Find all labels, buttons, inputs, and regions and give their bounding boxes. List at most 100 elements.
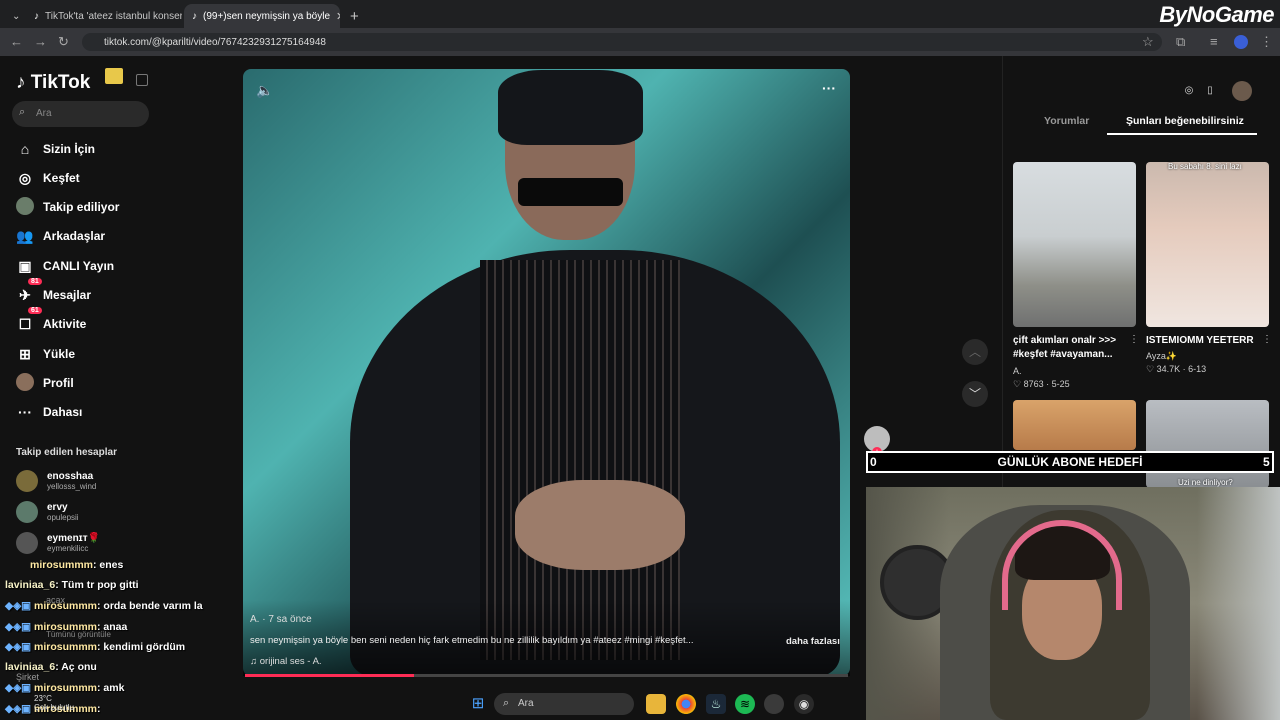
chrome-icon[interactable]	[676, 694, 696, 714]
nav-yukle[interactable]: ⊞ Yükle	[16, 343, 75, 365]
tab-list-button[interactable]: ⌄	[4, 4, 22, 28]
new-tab-button[interactable]: +	[342, 4, 364, 28]
card-title[interactable]: çift akımları onalr >>> #keşfet #avayama…	[1013, 334, 1136, 362]
tab-label: (99+)sen neymişsin ya böyle	[203, 10, 331, 22]
following-icon	[16, 196, 34, 218]
chat-badges: ◆◈▣	[5, 703, 34, 715]
card-date: 6-13	[1188, 364, 1207, 374]
chat-user: mirosummm	[34, 641, 98, 653]
video-card[interactable]	[1146, 162, 1269, 327]
profile-avatar[interactable]	[1234, 35, 1248, 49]
user-avatar[interactable]	[1232, 81, 1252, 101]
following-account[interactable]: eymenɪᴛ🌹 eymenkilicc	[16, 532, 100, 554]
search-input[interactable]: Ara	[12, 101, 149, 127]
extensions-icon[interactable]: ⧉	[1176, 34, 1185, 50]
video-card[interactable]	[1013, 162, 1136, 327]
file-explorer-icon[interactable]	[646, 694, 666, 714]
url-text: tiktok.com/@kparilti/video/7674232931275…	[104, 36, 326, 48]
bynogame-logo: ByNoGame	[1159, 2, 1274, 27]
chat-message: ◆◈▣ mirosummm: kendimi gördüm	[5, 641, 185, 653]
spotify-icon[interactable]: ≋	[735, 694, 755, 714]
card-likes: 34.7K	[1156, 364, 1181, 374]
chat-user: laviniaa_6	[5, 579, 56, 591]
video-author[interactable]: A. · 7 sa önce	[250, 614, 312, 625]
card-author[interactable]: Ayza✨	[1146, 351, 1177, 362]
account-username: yellosss_wind	[47, 481, 97, 491]
next-video-button[interactable]: ﹀	[962, 381, 988, 407]
steam-icon[interactable]: ♨	[706, 694, 726, 714]
weather-widget[interactable]: 23°C Çok bulutlu	[34, 694, 74, 712]
card-stats: ♡ 8763 · 5-25	[1013, 379, 1070, 389]
previous-video-button[interactable]: ︿	[962, 339, 988, 365]
nav-label: Profil	[43, 376, 74, 390]
nav-canli-yayin[interactable]: ▣ CANLI Yayın	[16, 255, 114, 277]
following-account[interactable]: enosshaa yellosss_wind	[16, 470, 96, 492]
goal-label: GÜNLÜK ABONE HEDEFİ	[997, 455, 1143, 469]
nav-sizin-icin[interactable]: ⌂ Sizin İçin	[16, 138, 95, 160]
media-icon[interactable]: ≡	[1210, 34, 1218, 49]
nav-arkadaslar[interactable]: 👥 Arkadaşlar	[16, 225, 105, 247]
nav-takip-ediliyor[interactable]: Takip ediliyor	[16, 196, 119, 218]
card-more-icon[interactable]: ⋮	[1129, 334, 1139, 345]
tiktok-icon: ♪	[192, 10, 197, 22]
tiktok-icon: ♪	[34, 10, 39, 22]
video-card[interactable]	[1013, 400, 1136, 450]
close-icon[interactable]: ✕	[330, 10, 340, 23]
avatar	[16, 532, 38, 554]
phone-icon[interactable]: ▯	[1201, 82, 1219, 100]
chat-badges: ◆◈▣	[5, 641, 34, 653]
taskbar-search[interactable]: Ara	[494, 693, 634, 715]
card-title[interactable]: ISTEMIOMM YEETERR	[1146, 334, 1269, 348]
compass-icon: ◎	[18, 169, 32, 186]
nav-profil[interactable]: Profil	[16, 372, 74, 394]
chat-user: mirosummm	[34, 600, 98, 612]
company-link[interactable]: Şirket	[16, 672, 39, 682]
nav-label: Arkadaşlar	[43, 229, 106, 243]
profile-icon	[16, 372, 34, 394]
card-author[interactable]: A.	[1013, 366, 1022, 376]
following-account[interactable]: ervy opulepsii	[16, 501, 79, 523]
url-field[interactable]: tiktok.com/@kparilti/video/7674232931275…	[82, 33, 1162, 51]
account-name: eymenɪᴛ🌹	[47, 532, 101, 544]
obs-icon[interactable]: ◉	[794, 694, 814, 714]
chat-message: mirosummm: enes	[30, 559, 123, 571]
tab-bar: ⌄ ♪ TikTok'ta 'ateez istanbul konser ✕ ♪…	[0, 0, 1280, 28]
windows-start-icon[interactable]: ⊞	[468, 694, 488, 714]
volume-icon[interactable]: 🔈	[256, 82, 273, 99]
account-name: enosshaa	[47, 470, 94, 482]
video-card[interactable]	[1146, 400, 1269, 488]
sticker-icon	[105, 68, 123, 84]
chrome-active-icon[interactable]	[764, 694, 784, 714]
tab-comments[interactable]: Yorumlar	[1044, 115, 1089, 127]
nav-dahasi[interactable]: ··· Dahası	[16, 401, 82, 423]
star-icon[interactable]: ☆	[1142, 34, 1154, 50]
message-icon: ✈	[19, 286, 31, 303]
search-icon: ⌕	[19, 106, 26, 118]
sound-label: orijinal ses - A.	[259, 656, 322, 667]
see-more-link[interactable]: daha fazlası	[786, 636, 840, 647]
card-more-icon[interactable]: ⋮	[1262, 334, 1272, 345]
chat-text: : Aç onu	[55, 661, 97, 673]
forward-icon[interactable]: →	[34, 34, 47, 49]
tab-active-video[interactable]: ♪ (99+)sen neymişsin ya böyle ✕	[184, 4, 340, 28]
reload-icon[interactable]: ↻	[58, 34, 69, 50]
tab-you-may-like[interactable]: Şunları beğenebilirsiniz	[1126, 115, 1244, 127]
activity-badge: 61	[28, 307, 42, 314]
account-name: ervy	[47, 501, 68, 513]
nav-label: Aktivite	[43, 317, 87, 331]
active-tab-indicator	[1107, 133, 1257, 135]
back-icon[interactable]: ←	[10, 34, 23, 49]
more-options-icon[interactable]: ···	[822, 80, 836, 96]
video-subject-hands	[515, 480, 685, 570]
tab-tiktok-search[interactable]: ♪ TikTok'ta 'ateez istanbul konser ✕	[26, 4, 182, 28]
menu-icon[interactable]: ⋮	[1260, 34, 1273, 50]
tiktok-logo[interactable]: ♪ TikTok	[16, 72, 90, 94]
following-header: Takip edilen hesaplar	[16, 447, 117, 458]
nav-aktivite[interactable]: ☐ 61 Aktivite	[16, 307, 87, 335]
nav-mesajlar[interactable]: ✈ 81 Mesajlar	[16, 278, 91, 306]
compass-icon[interactable]: ◎	[1180, 82, 1198, 100]
nav-kesfet[interactable]: ◎ Keşfet	[16, 167, 80, 189]
collapse-sidebar-icon[interactable]	[136, 74, 148, 86]
video-sound[interactable]: ♫ orijinal ses - A.	[250, 656, 322, 667]
chat-badges: ◆◈▣	[5, 621, 34, 633]
